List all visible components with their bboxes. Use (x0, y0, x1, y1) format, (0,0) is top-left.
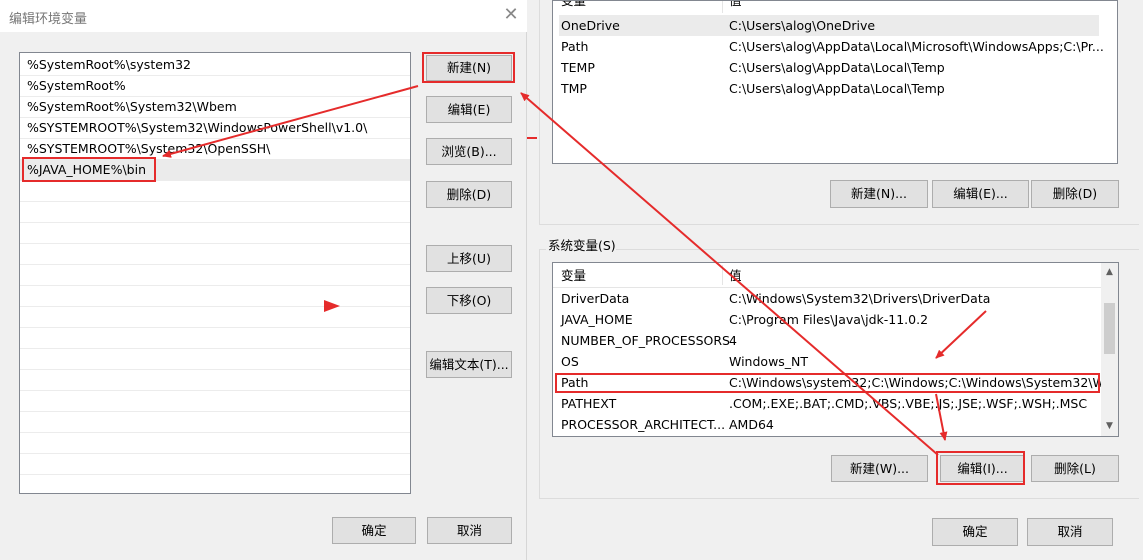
title-bar: 编辑环境变量 ✕ (0, 0, 527, 32)
edit-text-button[interactable]: 编辑文本(T)... (426, 351, 512, 378)
table-row-name[interactable]: OS (561, 351, 579, 372)
table-row-name[interactable]: TMP (561, 78, 587, 99)
table-row-value[interactable]: C:\Windows\System32\Drivers\DriverData (729, 288, 990, 309)
table-row-value[interactable]: Windows_NT (729, 351, 808, 372)
highlight-box (422, 52, 515, 83)
table-row-name[interactable]: PATHEXT (561, 393, 616, 414)
table-row-value[interactable]: C:\Users\alog\OneDrive (729, 15, 875, 36)
column-header-value[interactable]: 值 (729, 265, 742, 286)
highlight-box (22, 157, 156, 182)
table-row-name[interactable]: OneDrive (561, 15, 620, 36)
highlight-box (555, 373, 1100, 393)
column-header-name[interactable]: 变量 (561, 265, 586, 286)
user-delete-button[interactable]: 删除(D) (1031, 180, 1119, 208)
table-row-name[interactable]: NUMBER_OF_PROCESSORS (561, 330, 730, 351)
table-row-name[interactable]: JAVA_HOME (561, 309, 633, 330)
table-row-name[interactable]: TEMP (561, 57, 595, 78)
table-row-value[interactable]: C:\Users\alog\AppData\Local\Microsoft\Wi… (729, 36, 1104, 57)
system-new-button[interactable]: 新建(W)... (831, 455, 928, 482)
edit-env-var-dialog: 编辑环境变量 ✕ %SystemRoot%\system32 %SystemRo… (0, 0, 527, 560)
system-delete-button[interactable]: 删除(L) (1031, 455, 1119, 482)
highlight-box (936, 451, 1025, 485)
scroll-up-icon[interactable]: ▲ (1101, 265, 1118, 279)
ok-button[interactable]: 确定 (932, 518, 1018, 546)
scroll-thumb[interactable] (1104, 303, 1115, 354)
table-row-value[interactable]: 4 (729, 330, 737, 351)
scrollbar[interactable]: ▲ ▼ (1101, 263, 1118, 436)
table-row-value[interactable]: C:\Program Files\Java\jdk-11.0.2 (729, 309, 928, 330)
system-vars-list[interactable]: 变量 值 DriverData C:\Windows\System32\Driv… (552, 262, 1119, 437)
table-row-name[interactable]: Path (561, 36, 588, 57)
table-row-name[interactable]: PROCESSOR_ARCHITECT... (561, 414, 725, 435)
table-row-value[interactable]: C:\Users\alog\AppData\Local\Temp (729, 57, 945, 78)
system-vars-group-label: 系统变量(S) (548, 238, 616, 253)
cancel-button[interactable]: 取消 (1027, 518, 1113, 546)
delete-button[interactable]: 删除(D) (426, 181, 512, 208)
browse-button[interactable]: 浏览(B)... (426, 138, 512, 165)
scroll-down-icon[interactable]: ▼ (1101, 419, 1118, 433)
cancel-button[interactable]: 取消 (427, 517, 512, 544)
user-edit-button[interactable]: 编辑(E)... (932, 180, 1029, 208)
column-header-name[interactable]: 变量 (561, 1, 586, 11)
table-row-value[interactable]: AMD64 (729, 414, 774, 435)
table-row-name[interactable]: DriverData (561, 288, 629, 309)
move-down-button[interactable]: 下移(O) (426, 287, 512, 314)
table-row-value[interactable]: C:\Users\alog\AppData\Local\Temp (729, 78, 945, 99)
list-item[interactable]: %SystemRoot% (20, 75, 410, 96)
dialog-title: 编辑环境变量 (9, 12, 88, 27)
user-new-button[interactable]: 新建(N)... (830, 180, 928, 208)
env-vars-dialog: 变量 值 OneDrive C:\Users\alog\OneDrive Pat… (528, 0, 1143, 560)
edit-button[interactable]: 编辑(E) (426, 96, 512, 123)
column-header-value[interactable]: 值 (729, 1, 742, 11)
user-vars-list[interactable]: 变量 值 OneDrive C:\Users\alog\OneDrive Pat… (552, 0, 1118, 164)
move-up-button[interactable]: 上移(U) (426, 245, 512, 272)
list-item[interactable]: %SYSTEMROOT%\System32\OpenSSH\ (20, 138, 410, 159)
ok-button[interactable]: 确定 (332, 517, 416, 544)
close-icon[interactable]: ✕ (500, 4, 522, 26)
table-row-value[interactable]: .COM;.EXE;.BAT;.CMD;.VBS;.VBE;.JS;.JSE;.… (729, 393, 1087, 414)
list-item[interactable]: %SystemRoot%\System32\Wbem (20, 96, 410, 117)
path-entries-list[interactable]: %SystemRoot%\system32 %SystemRoot% %Syst… (19, 52, 411, 494)
list-item[interactable]: %SystemRoot%\system32 (20, 54, 410, 75)
list-item[interactable]: %SYSTEMROOT%\System32\WindowsPowerShell\… (20, 117, 410, 138)
